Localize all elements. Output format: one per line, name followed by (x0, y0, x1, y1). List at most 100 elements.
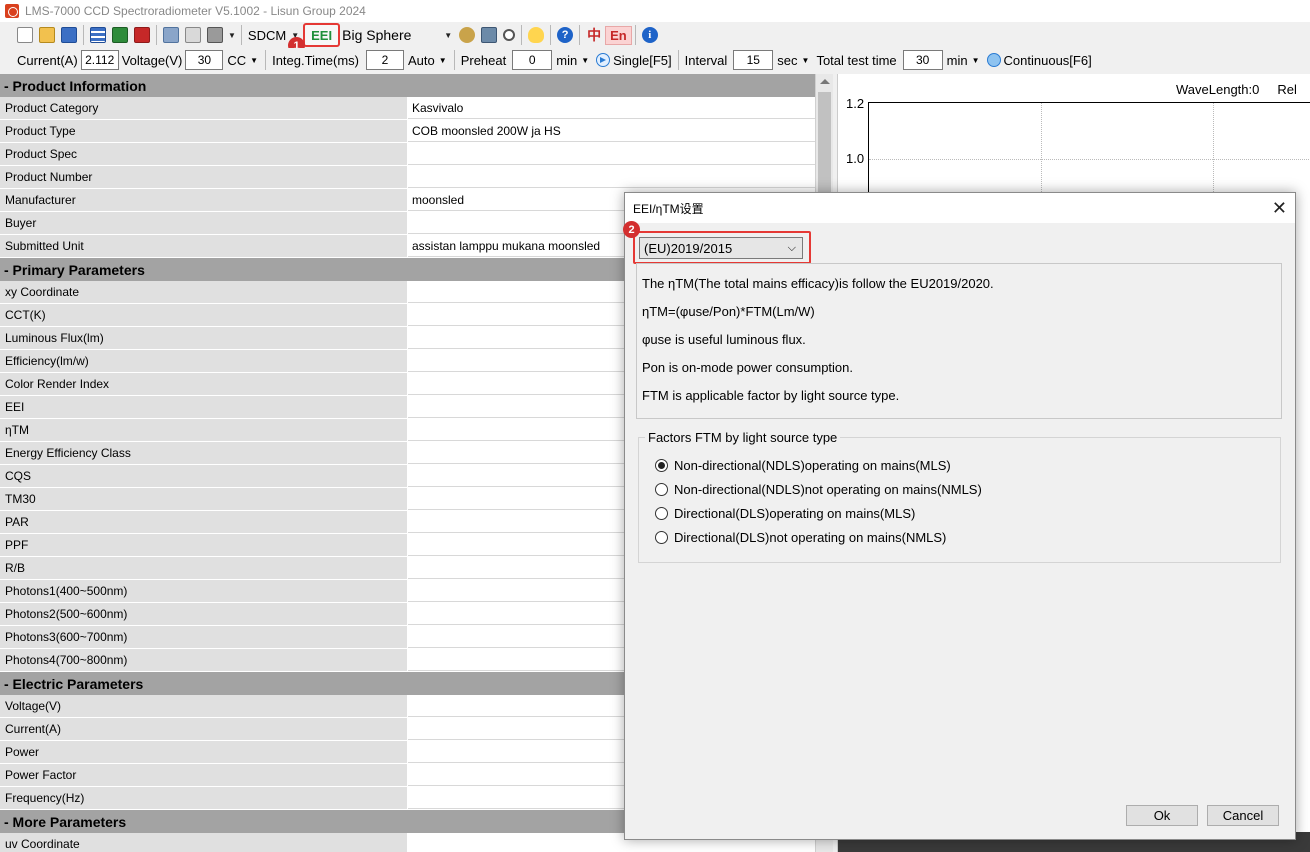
table-row[interactable]: Product Category Kasvivalo (0, 97, 815, 120)
toolbar-divider (634, 25, 636, 45)
lightbulb-icon[interactable] (528, 27, 545, 43)
current-input[interactable]: 2.112 (80, 50, 119, 70)
mode-value: CC (227, 52, 247, 68)
ftm-option-radio[interactable]: Directional(DLS)not operating on mains(N… (655, 530, 946, 545)
factors-group: Factors FTM by light source type Non-dir… (638, 430, 1281, 563)
open-folder-icon[interactable] (39, 27, 55, 43)
row-label: ηTM (0, 419, 408, 441)
wavelength-value: WaveLength:0 (1176, 82, 1260, 97)
continuous-test-button[interactable]: Continuous[F6] (984, 53, 1095, 68)
radio-button-icon[interactable] (655, 483, 668, 496)
row-label: Product Spec (0, 143, 408, 165)
print-icon[interactable] (207, 27, 223, 43)
export-excel-icon[interactable] (112, 27, 128, 43)
ok-button[interactable]: Ok (1126, 805, 1198, 826)
radio-button-icon[interactable] (655, 459, 668, 472)
ftm-option-radio[interactable]: Non-directional(NDLS)operating on mains(… (655, 458, 951, 473)
interval-input[interactable]: 15 (733, 50, 774, 70)
row-label: Power Factor (0, 764, 408, 786)
ftm-option-radio[interactable]: Non-directional(NDLS)not operating on ma… (655, 482, 982, 497)
row-label: Photons3(600~700nm) (0, 626, 408, 648)
ftm-option-label: Directional(DLS)not operating on mains(N… (674, 530, 947, 545)
row-label: PAR (0, 511, 408, 533)
factors-legend: Factors FTM by light source type (645, 430, 841, 445)
standard-select[interactable]: (EU)2019/2015 ⌵ (639, 237, 803, 259)
chevron-down-icon: ▼ (444, 30, 453, 40)
copy-icon[interactable] (185, 27, 201, 43)
preheat-unit-dropdown[interactable]: min ▼ (552, 53, 593, 68)
row-label: Efficiency(lm/w) (0, 350, 408, 372)
new-file-icon[interactable] (17, 27, 33, 43)
integ-time-label: Integ.Time(ms) (272, 52, 360, 68)
continuous-test-label: Continuous[F6] (1003, 52, 1092, 68)
mode-dropdown[interactable]: CC ▼ (223, 53, 262, 68)
row-label: Photons2(500~600nm) (0, 603, 408, 625)
section-header-product[interactable]: - Product Information (0, 74, 815, 97)
toolbar-divider (521, 25, 523, 45)
eei-button[interactable]: EEI (303, 23, 341, 47)
row-value[interactable]: COB moonsled 200W ja HS (408, 120, 815, 142)
chinese-language-button[interactable]: 中 (583, 25, 605, 45)
scroll-up-icon[interactable] (820, 79, 830, 84)
delete-icon[interactable] (134, 27, 150, 43)
toolbar-divider (453, 50, 455, 70)
title-bar: LMS-7000 CCD Spectroradiometer V5.1002 -… (0, 0, 1310, 22)
row-label: Product Type (0, 120, 408, 142)
total-time-unit-dropdown[interactable]: min ▼ (943, 53, 984, 68)
info-icon[interactable]: i (641, 27, 658, 43)
english-language-button[interactable]: En (605, 25, 632, 45)
row-label: Product Category (0, 97, 408, 119)
description-box: The ηTM(The total mains efficacy)is foll… (636, 263, 1282, 419)
y-tick-1-0: 1.0 (846, 151, 865, 166)
table-row[interactable]: Product Spec (0, 143, 815, 166)
radio-button-icon[interactable] (655, 531, 668, 544)
ftm-option-radio[interactable]: Directional(DLS)operating on mains(MLS) (655, 506, 915, 521)
description-line: φuse is useful luminous flux. (642, 332, 806, 347)
print-dropdown-icon[interactable]: ▼ (228, 31, 236, 40)
integ-time-input[interactable]: 2 (366, 50, 405, 70)
row-label: Energy Efficiency Class (0, 442, 408, 464)
save-icon[interactable] (61, 27, 77, 43)
sphere-select-value: Big Sphere (342, 27, 412, 43)
toolbar-divider (579, 25, 581, 45)
dialog-title-bar: EEI/ηTM设置 ✕ (625, 193, 1295, 223)
voltage-label: Voltage(V) (121, 52, 183, 68)
help-icon[interactable]: ? (557, 27, 574, 43)
single-test-button[interactable]: Single[F5] (593, 53, 675, 68)
chevron-down-icon: ⌵ (787, 241, 796, 254)
play-icon (596, 53, 611, 67)
refresh-icon[interactable] (503, 29, 516, 41)
cancel-button[interactable]: Cancel (1207, 805, 1279, 826)
row-label: Photons1(400~500nm) (0, 580, 408, 602)
calibration-icon[interactable] (481, 27, 498, 43)
row-label: Submitted Unit (0, 235, 408, 257)
relative-label: Rel (1277, 82, 1297, 97)
auto-dropdown[interactable]: Auto ▼ (404, 53, 451, 68)
row-value[interactable] (408, 166, 815, 188)
callout-badge-2: 2 (623, 221, 640, 238)
wavelength-readout: WaveLength:0 Rel (1176, 82, 1297, 97)
chevron-down-icon: ▼ (438, 55, 447, 65)
chevron-down-icon: ▼ (801, 55, 810, 65)
voltage-input[interactable]: 30 (185, 50, 224, 70)
chevron-down-icon: ▼ (581, 55, 590, 65)
close-icon[interactable]: ✕ (1272, 198, 1287, 219)
row-value[interactable] (408, 143, 815, 165)
settings-tools-icon[interactable] (163, 27, 179, 43)
table-icon[interactable] (90, 27, 106, 43)
row-value[interactable]: Kasvivalo (408, 97, 815, 119)
interval-unit-dropdown[interactable]: sec ▼ (773, 53, 813, 68)
table-row[interactable]: Product Type COB moonsled 200W ja HS (0, 120, 815, 143)
row-label: xy Coordinate (0, 281, 408, 303)
total-test-time-input[interactable]: 30 (902, 50, 943, 70)
row-label: CQS (0, 465, 408, 487)
sdcm-button[interactable]: SDCM (245, 28, 289, 43)
auto-value: Auto (408, 52, 435, 68)
table-row[interactable]: Product Number (0, 166, 815, 189)
preheat-input[interactable]: 0 (512, 50, 553, 70)
gear-icon[interactable] (459, 27, 476, 43)
description-line: FTM is applicable factor by light source… (642, 388, 900, 403)
row-label: PPF (0, 534, 408, 556)
radio-button-icon[interactable] (655, 507, 668, 520)
sphere-select[interactable]: Big Sphere ▼ (340, 27, 456, 43)
